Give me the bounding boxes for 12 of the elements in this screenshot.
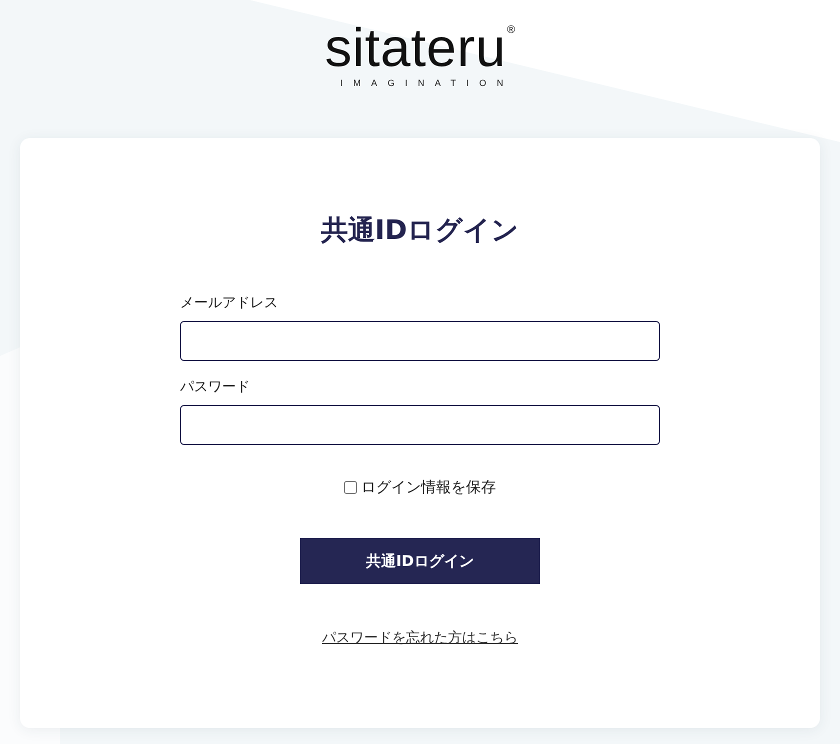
- forgot-password-link[interactable]: パスワードを忘れた方はこちら: [322, 628, 518, 648]
- field-label: メールアドレス: [180, 294, 278, 313]
- registered-mark: ®: [506, 24, 516, 36]
- logo-tagline: IMAGINATION: [340, 78, 514, 88]
- remember-label: ログイン情報を保存: [361, 477, 496, 498]
- field-label: パスワード: [180, 378, 250, 397]
- login-button[interactable]: 共通IDログイン: [300, 538, 540, 584]
- login-title: 共通IDログイン: [320, 214, 520, 248]
- input-field[interactable]: [180, 405, 660, 445]
- logo-wordmark: sitateru: [324, 20, 506, 76]
- remember-checkbox[interactable]: [344, 480, 357, 494]
- input-field[interactable]: [180, 321, 660, 361]
